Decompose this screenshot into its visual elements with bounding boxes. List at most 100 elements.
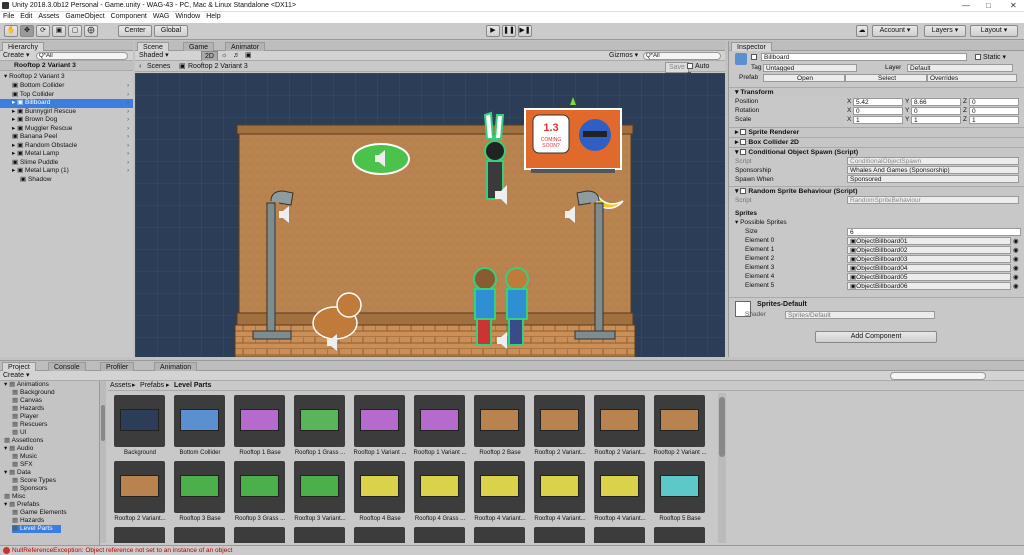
breadcrumb-prefabs[interactable]: Prefabs: [140, 381, 164, 390]
box-collider-header[interactable]: ▸ Box Collider 2D: [729, 137, 1024, 147]
folder-tree-item[interactable]: ▦ Hazards: [12, 405, 44, 413]
menu-help[interactable]: Help: [203, 12, 223, 21]
prefab-overrides-dropdown[interactable]: Overrides: [927, 74, 1017, 82]
asset-thumbnail[interactable]: [174, 395, 225, 447]
folder-tree-item[interactable]: ▾ ▦ Animations: [4, 381, 49, 389]
scale-z-field[interactable]: 1: [969, 116, 1019, 124]
breadcrumb-assets[interactable]: Assets: [110, 381, 131, 390]
expand-arrow-icon[interactable]: ▾: [4, 445, 7, 452]
rect-tool-icon[interactable]: ▢: [68, 25, 82, 37]
tab-project[interactable]: Project: [2, 362, 36, 371]
expand-arrow-icon[interactable]: ▸: [12, 142, 15, 149]
folder-tree-item[interactable]: ▦ Game Elements: [12, 509, 67, 517]
tab-animator[interactable]: Animator: [225, 42, 266, 51]
expand-arrow-icon[interactable]: ▾: [4, 469, 7, 476]
conditional-spawn-checkbox[interactable]: [740, 149, 747, 156]
minimize-icon[interactable]: —: [962, 1, 970, 10]
asset-thumbnail[interactable]: [474, 395, 525, 447]
collab-cloud-icon[interactable]: ☁: [856, 25, 868, 37]
layers-dropdown[interactable]: Layers ▾: [924, 25, 966, 37]
asset-thumbnail[interactable]: [234, 527, 285, 543]
project-create-button[interactable]: Create ▾: [3, 371, 29, 380]
object-picker-icon[interactable]: ◉: [1013, 246, 1019, 254]
maximize-icon[interactable]: □: [986, 1, 991, 10]
folder-tree-item[interactable]: ▦ Music: [12, 453, 37, 461]
asset-thumbnail[interactable]: [534, 527, 585, 543]
effects-toggle-icon[interactable]: ▣: [245, 51, 252, 60]
chevron-right-icon[interactable]: ›: [127, 159, 129, 168]
prefab-select-button[interactable]: Select: [845, 74, 927, 82]
size-field[interactable]: 6: [847, 228, 1021, 236]
folder-tree-item[interactable]: ▦ Hazards: [12, 517, 44, 525]
folder-tree-item[interactable]: ▦ Level Parts: [12, 525, 61, 533]
element-sprite-field[interactable]: ▣ObjectBillboard04: [847, 264, 1011, 272]
hand-tool-icon[interactable]: ✋: [4, 25, 18, 37]
tab-animation[interactable]: Animation: [154, 362, 198, 371]
asset-thumbnail[interactable]: [594, 395, 645, 447]
tab-scene[interactable]: Scene: [137, 42, 169, 51]
asset-thumbnail[interactable]: [354, 395, 405, 447]
asset-thumbnail[interactable]: [294, 527, 345, 543]
possible-sprites-label[interactable]: ▾ Possible Sprites: [735, 218, 787, 227]
rotation-x-field[interactable]: 0: [853, 107, 903, 115]
prefab-open-button[interactable]: Open: [763, 74, 845, 82]
sponsorship-field[interactable]: Whales And Games (Sponsorship): [847, 166, 1019, 174]
tab-game[interactable]: Game: [183, 42, 215, 51]
position-y-field[interactable]: 8.66: [911, 98, 961, 106]
box-collider-checkbox[interactable]: [740, 139, 747, 146]
move-tool-icon[interactable]: ✥: [20, 25, 34, 37]
close-icon[interactable]: ✕: [1010, 1, 1017, 10]
breadcrumb-prefab[interactable]: Rooftop 2 Variant 3: [188, 62, 248, 71]
space-toggle[interactable]: Global: [154, 25, 188, 37]
step-button[interactable]: ▶❚: [518, 25, 532, 37]
menu-gameobject[interactable]: GameObject: [62, 12, 107, 21]
gizmos-dropdown[interactable]: Gizmos ▾: [609, 51, 638, 60]
menu-component[interactable]: Component: [108, 12, 150, 21]
layer-dropdown[interactable]: Default: [907, 64, 1013, 72]
asset-thumbnail[interactable]: [114, 527, 165, 543]
axis-label[interactable]: Z: [963, 106, 967, 115]
asset-thumbnail[interactable]: [414, 395, 465, 447]
object-picker-icon[interactable]: ◉: [1013, 255, 1019, 263]
menu-assets[interactable]: Assets: [35, 12, 62, 21]
transform-tool-icon[interactable]: ⨁: [84, 25, 98, 37]
scene-canvas[interactable]: 1.3 COMING SOON?: [135, 73, 725, 357]
position-x-field[interactable]: 5.42: [853, 98, 903, 106]
asset-thumbnail[interactable]: [294, 395, 345, 447]
axis-label[interactable]: Z: [963, 115, 967, 124]
audio-toggle-icon[interactable]: ♬: [233, 51, 240, 60]
axis-label[interactable]: Y: [905, 106, 909, 115]
expand-arrow-icon[interactable]: ▸: [12, 108, 15, 115]
element-sprite-field[interactable]: ▣ObjectBillboard06: [847, 282, 1011, 290]
folder-tree-item[interactable]: ▦ UI: [12, 429, 26, 437]
hierarchy-item[interactable]: ▣ Shadow: [0, 176, 133, 185]
expand-arrow-icon[interactable]: ▾: [4, 501, 7, 508]
axis-label[interactable]: X: [847, 97, 851, 106]
tree-scrollbar[interactable]: [100, 381, 106, 543]
element-sprite-field[interactable]: ▣ObjectBillboard03: [847, 255, 1011, 263]
folder-tree-item[interactable]: ▦ Misc: [4, 493, 25, 501]
tag-dropdown[interactable]: Untagged: [763, 64, 857, 72]
asset-thumbnail[interactable]: [474, 461, 525, 513]
breadcrumb-scenes[interactable]: Scenes: [147, 62, 170, 71]
play-button[interactable]: ▶: [486, 25, 500, 37]
billboard-sprite[interactable]: 1.3 COMING SOON?: [524, 97, 622, 173]
chevron-right-icon[interactable]: ›: [127, 125, 129, 134]
sprite-renderer-checkbox[interactable]: [740, 129, 747, 136]
chevron-right-icon[interactable]: ›: [127, 116, 129, 125]
scale-x-field[interactable]: 1: [853, 116, 903, 124]
asset-thumbnail[interactable]: [234, 395, 285, 447]
expand-arrow-icon[interactable]: ▾: [4, 381, 7, 388]
hierarchy-item[interactable]: ▸ ▣ Muggler Rescue ›: [0, 125, 133, 134]
tab-hierarchy[interactable]: Hierarchy: [2, 42, 44, 51]
hierarchy-item[interactable]: ▣ Bottom Collider ›: [0, 82, 133, 91]
scale-tool-icon[interactable]: ▣: [52, 25, 66, 37]
lighting-toggle-icon[interactable]: ☼: [221, 51, 227, 60]
menu-file[interactable]: File: [0, 12, 17, 21]
asset-thumbnail[interactable]: [114, 395, 165, 447]
object-picker-icon[interactable]: ◉: [1013, 282, 1019, 290]
asset-thumbnail[interactable]: [354, 461, 405, 513]
asset-thumbnail[interactable]: [234, 461, 285, 513]
spawn-when-dropdown[interactable]: Sponsored: [847, 175, 1019, 183]
hierarchy-search-input[interactable]: Q*All: [36, 52, 128, 60]
